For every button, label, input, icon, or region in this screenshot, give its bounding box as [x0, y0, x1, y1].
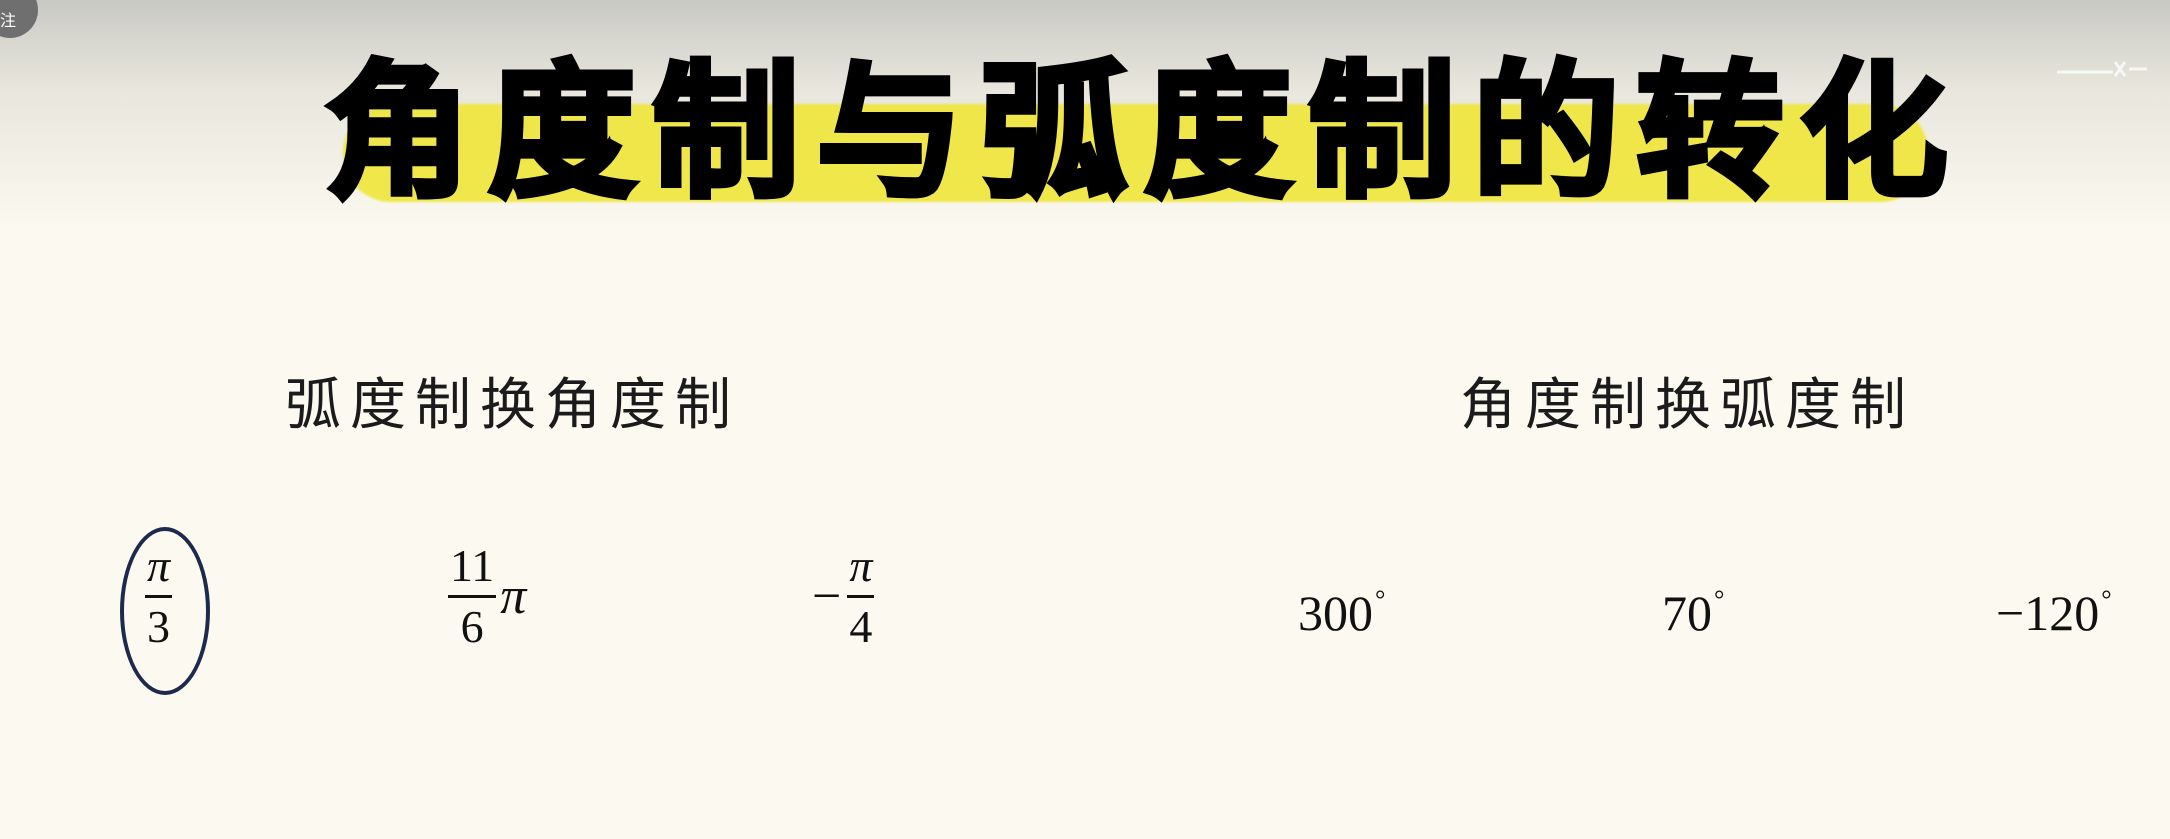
fraction-denominator: 4 [849, 601, 873, 652]
degree-symbol: ° [2101, 585, 2112, 614]
radian-item-11-over-6-pi: 11 6 π [448, 540, 526, 653]
fraction: 11 6 [448, 540, 497, 653]
degree-value: −120 [1996, 585, 2100, 641]
annotation-badge-label: 注 [0, 11, 17, 30]
pi-symbol: π [500, 568, 527, 625]
minus-sign: − [812, 568, 842, 625]
radian-item-minus-pi-over-4: − π 4 [812, 540, 875, 653]
fraction-bar [448, 595, 497, 598]
degree-value: 300 [1298, 585, 1373, 641]
title-area: 角度制与弧度制的转化 [322, 45, 1965, 221]
degree-item-70: 70° [1662, 584, 1724, 642]
degree-symbol: ° [1714, 585, 1725, 614]
degree-value: 70 [1662, 585, 1712, 641]
fraction: π 3 [145, 540, 173, 653]
radian-to-degree-heading: 弧度制换角度制 [285, 373, 740, 438]
fraction-denominator: 3 [147, 601, 171, 652]
degree-to-radian-heading: 角度制换弧度制 [1460, 373, 1915, 438]
fraction-bar [847, 595, 875, 598]
fraction-numerator: 11 [450, 540, 495, 591]
fraction-denominator: 6 [460, 601, 484, 652]
fraction-bar [145, 595, 173, 598]
degree-item-minus-120: −120° [1996, 584, 2112, 642]
fraction-numerator: π [849, 540, 873, 591]
page-title: 角度制与弧度制的转化 [322, 45, 1965, 221]
corner-watermark-icon [2057, 61, 2147, 77]
fraction: π 4 [847, 540, 875, 653]
degree-symbol: ° [1375, 585, 1386, 614]
radian-item-pi-over-3: π 3 [145, 540, 173, 653]
degree-item-300: 300° [1298, 584, 1385, 642]
fraction-numerator: π [147, 540, 171, 591]
